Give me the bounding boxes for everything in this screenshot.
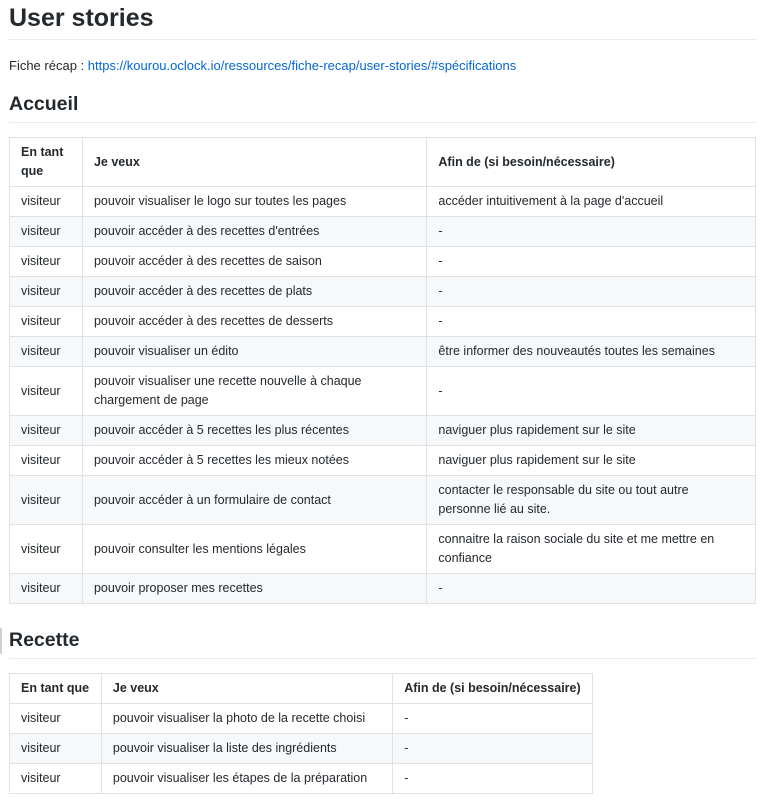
user-stories-table-accueil: En tant que Je veux Afin de (si besoin/n… [9, 137, 756, 604]
cell-role: visiteur [9, 524, 83, 574]
cell-goal: - [426, 276, 756, 307]
table-header-row: En tant que Je veux Afin de (si besoin/n… [9, 673, 593, 704]
cell-goal: - [426, 216, 756, 247]
cell-role: visiteur [9, 475, 83, 525]
table-row: visiteur pouvoir proposer mes recettes - [9, 573, 756, 604]
column-header-want: Je veux [81, 137, 428, 187]
cell-role: visiteur [9, 186, 83, 217]
column-header-goal: Afin de (si besoin/nécessaire) [426, 137, 756, 187]
table-row: visiteur pouvoir visualiser la photo de l… [9, 703, 593, 734]
cell-want: pouvoir visualiser les étapes de la prép… [100, 763, 394, 794]
cell-want: pouvoir visualiser la photo de la recett… [100, 703, 394, 734]
cell-goal: accéder intuitivement à la page d'accuei… [426, 186, 756, 217]
cell-want: pouvoir accéder à 5 recettes les mieux n… [81, 445, 428, 476]
table-row: visiteur pouvoir accéder à des recettes d… [9, 276, 756, 307]
cell-want: pouvoir accéder à un formulaire de conta… [81, 475, 428, 525]
cell-role: visiteur [9, 703, 102, 734]
cell-goal: contacter le responsable du site ou tout… [426, 475, 756, 525]
column-header-role: En tant que [9, 137, 83, 187]
table-row: visiteur pouvoir consulter les mentions l… [9, 524, 756, 574]
table-row: visiteur pouvoir visualiser une recette n… [9, 366, 756, 416]
cell-goal: naviguer plus rapidement sur le site [426, 445, 756, 476]
cell-role: visiteur [9, 366, 83, 416]
table-row: visiteur pouvoir accéder à 5 recettes les… [9, 415, 756, 446]
table-row: visiteur pouvoir accéder à un formulaire … [9, 475, 756, 525]
cell-want: pouvoir proposer mes recettes [81, 573, 428, 604]
cell-goal: - [392, 763, 593, 794]
cell-goal: naviguer plus rapidement sur le site [426, 415, 756, 446]
cell-want: pouvoir accéder à 5 recettes les plus ré… [81, 415, 428, 446]
cell-role: visiteur [9, 306, 83, 337]
cell-want: pouvoir accéder à des recettes de saison [81, 246, 428, 277]
cell-role: visiteur [9, 763, 102, 794]
table-header-row: En tant que Je veux Afin de (si besoin/n… [9, 137, 756, 187]
recap-line: Fiche récap : https://kourou.oclock.io/r… [9, 57, 757, 75]
cell-want: pouvoir accéder à des recettes de plats [81, 276, 428, 307]
cell-want: pouvoir consulter les mentions légales [81, 524, 428, 574]
cell-goal: - [426, 306, 756, 337]
document-page: User stories Fiche récap : https://kouro… [0, 0, 762, 800]
table-row: visiteur pouvoir accéder à 5 recettes les… [9, 445, 756, 476]
cell-want: pouvoir accéder à des recettes d'entrées [81, 216, 428, 247]
cell-role: visiteur [9, 733, 102, 764]
cell-role: visiteur [9, 445, 83, 476]
cell-want: pouvoir visualiser la liste des ingrédie… [100, 733, 394, 764]
cell-want: pouvoir visualiser le logo sur toutes le… [81, 186, 428, 217]
cell-role: visiteur [9, 216, 83, 247]
cell-goal: - [426, 573, 756, 604]
recap-link[interactable]: https://kourou.oclock.io/ressources/fich… [88, 58, 516, 73]
cell-goal: - [392, 703, 593, 734]
cell-goal: connaitre la raison sociale du site et m… [426, 524, 756, 574]
cell-role: visiteur [9, 415, 83, 446]
table-row: visiteur pouvoir accéder à des recettes d… [9, 216, 756, 247]
cell-goal: être informer des nouveautés toutes les … [426, 336, 756, 367]
column-header-role: En tant que [9, 673, 102, 704]
page-title: User stories [9, 0, 757, 40]
cell-want: pouvoir accéder à des recettes de desser… [81, 306, 428, 337]
cell-role: visiteur [9, 276, 83, 307]
recap-label: Fiche récap : [9, 58, 88, 73]
cell-role: visiteur [9, 246, 83, 277]
cell-goal: - [426, 246, 756, 277]
table-row: visiteur pouvoir accéder à des recettes d… [9, 306, 756, 337]
column-header-goal: Afin de (si besoin/nécessaire) [392, 673, 593, 704]
table-row: visiteur pouvoir accéder à des recettes d… [9, 246, 756, 277]
table-row: visiteur pouvoir visualiser le logo sur t… [9, 186, 756, 217]
section-heading-recette: Recette [0, 624, 757, 659]
cell-role: visiteur [9, 336, 83, 367]
cell-goal: - [426, 366, 756, 416]
cell-want: pouvoir visualiser un édito [81, 336, 428, 367]
cell-want: pouvoir visualiser une recette nouvelle … [81, 366, 428, 416]
cell-goal: - [392, 733, 593, 764]
table-row: visiteur pouvoir visualiser les étapes de… [9, 763, 593, 794]
table-row: visiteur pouvoir visualiser un édito être … [9, 336, 756, 367]
user-stories-table-recette: En tant que Je veux Afin de (si besoin/n… [9, 673, 593, 794]
section-heading-accueil: Accueil [9, 88, 757, 123]
cell-role: visiteur [9, 573, 83, 604]
column-header-want: Je veux [100, 673, 394, 704]
table-row: visiteur pouvoir visualiser la liste des … [9, 733, 593, 764]
